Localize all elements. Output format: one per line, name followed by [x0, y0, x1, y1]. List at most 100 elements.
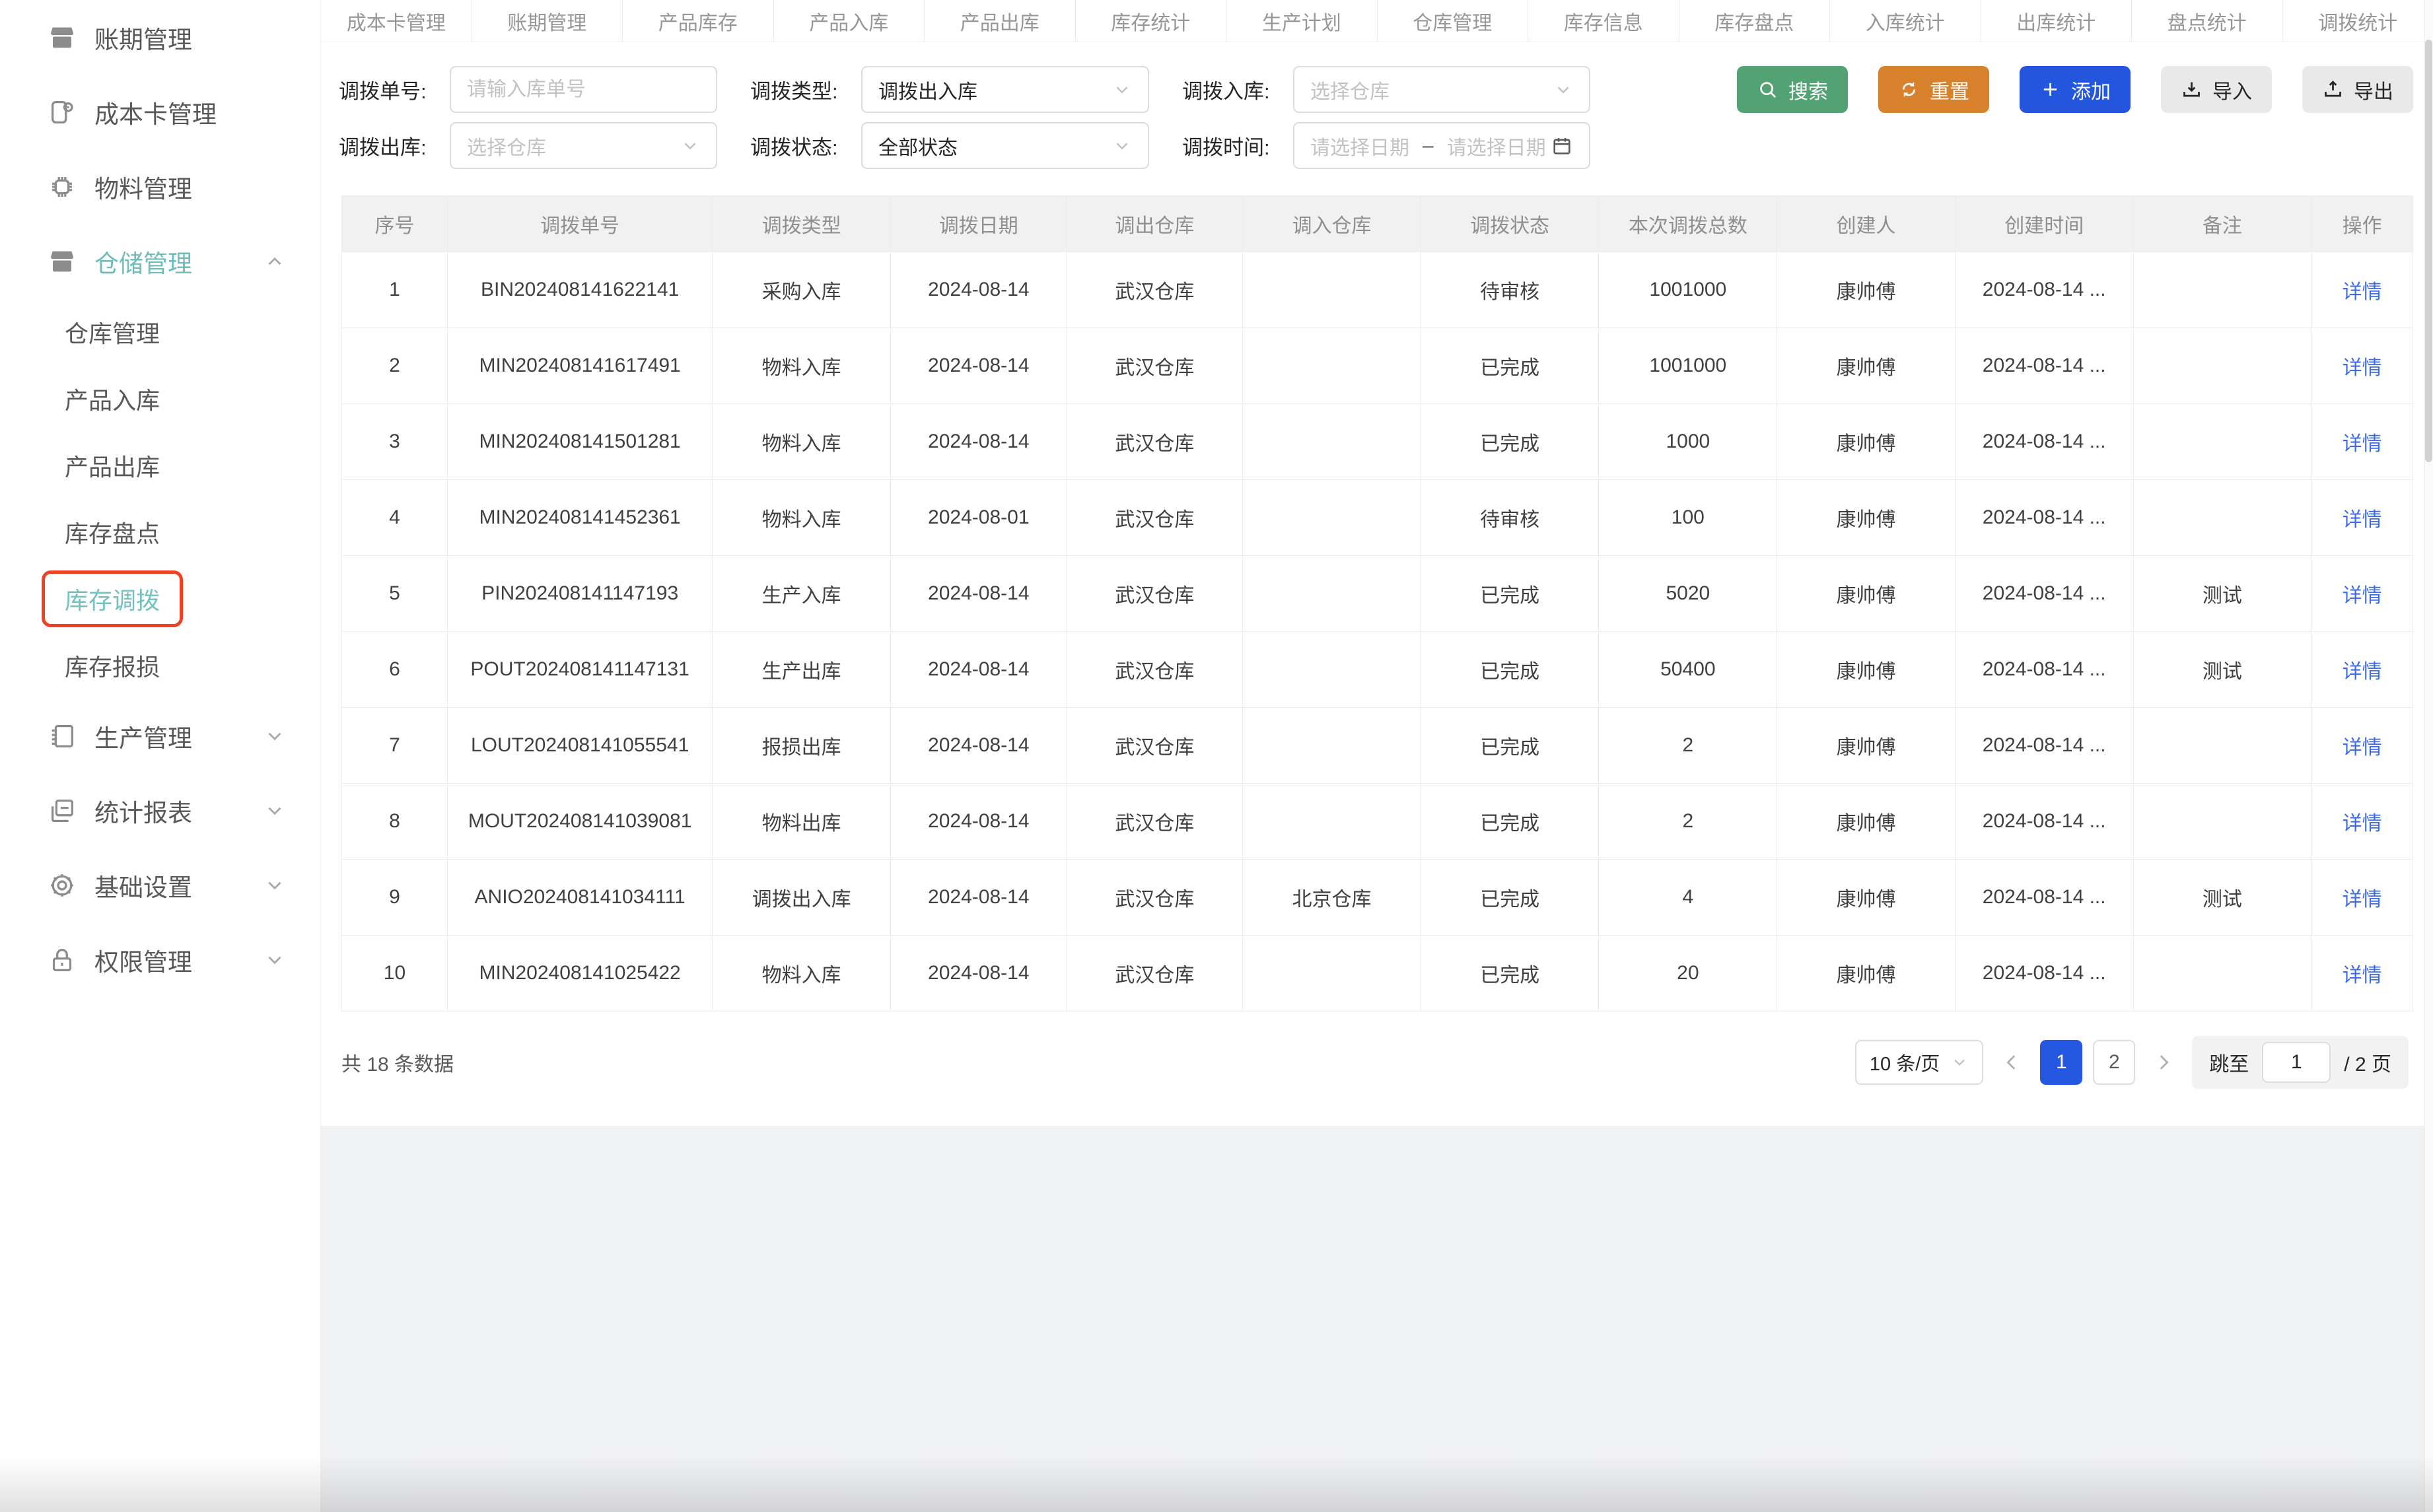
sidebar-subitem-warehouse-mgmt[interactable]: 仓库管理	[0, 298, 320, 365]
cell-qty: 2	[1599, 708, 1777, 784]
add-button[interactable]: 添加	[2020, 66, 2131, 113]
tab-product-stock[interactable]: 产品库存	[623, 0, 774, 42]
search-button[interactable]: 搜索	[1737, 66, 1848, 113]
table-footer: 共 18 条数据 10 条/页 12	[341, 1036, 2409, 1126]
transfer-status-select[interactable]: 全部状态	[861, 122, 1149, 169]
transfer-type-value: 调拨出入库	[878, 75, 977, 104]
sidebar-item-label: 基础设置	[94, 868, 192, 903]
refresh-icon	[1898, 79, 1920, 100]
next-page-button[interactable]	[2152, 1051, 2175, 1074]
cell-remark: 测试	[2133, 860, 2311, 936]
detail-link[interactable]: 详情	[2343, 585, 2382, 607]
date-range-separator: –	[1423, 135, 1434, 157]
sidebar-item-production[interactable]: 生产管理	[0, 699, 320, 773]
cell-type: 调拨出入库	[713, 860, 891, 936]
scrollbar-thumb[interactable]	[2425, 40, 2432, 462]
cell-no: MIN202408141617491	[447, 328, 712, 404]
scrollbar[interactable]	[2424, 0, 2433, 1512]
transfer-no-input[interactable]	[467, 79, 700, 101]
page-number-list: 12	[2040, 1040, 2135, 1085]
tab-stock-check[interactable]: 库存盘点	[1679, 0, 1831, 42]
cell-no: MOUT202408141039081	[447, 784, 712, 860]
filter-row-1: 调拨单号: 调拨类型: 调拨出入库	[339, 66, 2413, 113]
sidebar-menu: 账期管理成本卡管理物料管理仓储管理仓库管理产品入库产品出库库存盘点库存调拨库存报…	[0, 0, 320, 997]
sidebar-item-cost-card[interactable]: 成本卡管理	[0, 75, 320, 149]
cell-date: 2024-08-14	[891, 328, 1067, 404]
date-start-placeholder: 请选择日期	[1310, 131, 1409, 160]
cell-creator: 康帅傅	[1777, 404, 1956, 480]
chevron-up-icon	[264, 250, 286, 273]
page-jump-group: 跳至 / 2 页	[2192, 1036, 2409, 1089]
sidebar-item-materials[interactable]: 物料管理	[0, 149, 320, 224]
tab-warehouse-mgmt[interactable]: 仓库管理	[1378, 0, 1529, 42]
sidebar-subitem-label: 库存调拨	[42, 570, 183, 627]
jump-page-input[interactable]	[2262, 1042, 2331, 1083]
tab-cost-card[interactable]: 成本卡管理	[321, 0, 472, 42]
transfer-type-select[interactable]: 调拨出入库	[861, 66, 1149, 113]
export-button[interactable]: 导出	[2302, 66, 2413, 113]
sidebar-item-reports[interactable]: 统计报表	[0, 773, 320, 848]
detail-link[interactable]: 详情	[2343, 813, 2382, 835]
sidebar-subitem-stock-transfer[interactable]: 库存调拨	[0, 565, 320, 632]
cell-to	[1243, 328, 1421, 404]
detail-link[interactable]: 详情	[2343, 965, 2382, 986]
tab-billing[interactable]: 账期管理	[472, 0, 623, 42]
detail-link[interactable]: 详情	[2343, 433, 2382, 455]
cell-from: 武汉仓库	[1067, 404, 1243, 480]
tab-stock-stats[interactable]: 库存统计	[1076, 0, 1227, 42]
page-button-1[interactable]: 1	[2040, 1040, 2082, 1085]
detail-link[interactable]: 详情	[2343, 281, 2382, 303]
sidebar-subitem-stock-loss[interactable]: 库存报损	[0, 632, 320, 699]
cell-no: ANIO202408141034111	[447, 860, 712, 936]
transfer-time-range[interactable]: 请选择日期 – 请选择日期	[1293, 122, 1590, 169]
tab-product-inbound[interactable]: 产品入库	[774, 0, 925, 42]
cell-no: MIN202408141025422	[447, 936, 712, 1012]
cell-remark	[2133, 708, 2311, 784]
tab-check-stats[interactable]: 盘点统计	[2132, 0, 2283, 42]
sidebar-subitem-product-inbound[interactable]: 产品入库	[0, 365, 320, 432]
sidebar-subitem-product-outbound[interactable]: 产品出库	[0, 432, 320, 498]
detail-link[interactable]: 详情	[2343, 737, 2382, 759]
detail-link[interactable]: 详情	[2343, 889, 2382, 911]
sidebar-item-permissions[interactable]: 权限管理	[0, 922, 320, 997]
column-header: 调入仓库	[1243, 196, 1421, 252]
transfer-out-placeholder: 选择仓库	[467, 131, 546, 160]
cell-status: 已完成	[1421, 860, 1599, 936]
page-button-2[interactable]: 2	[2093, 1040, 2135, 1085]
sidebar-item-settings[interactable]: 基础设置	[0, 848, 320, 922]
cell-created: 2024-08-14 ...	[1955, 556, 2133, 632]
sidebar-item-warehouse[interactable]: 仓储管理	[0, 224, 320, 298]
tab-production-plan[interactable]: 生产计划	[1226, 0, 1378, 42]
main-area: 成本卡管理账期管理产品库存产品入库产品出库库存统计生产计划仓库管理库存信息库存盘…	[321, 0, 2433, 1512]
page-size-select[interactable]: 10 条/页	[1855, 1040, 1983, 1085]
tab-product-outbound[interactable]: 产品出库	[925, 0, 1076, 42]
cell-remark	[2133, 252, 2311, 328]
cell-created: 2024-08-14 ...	[1955, 404, 2133, 480]
cell-remark	[2133, 936, 2311, 1012]
sidebar-subitem-stock-check[interactable]: 库存盘点	[0, 498, 320, 565]
detail-link[interactable]: 详情	[2343, 509, 2382, 531]
tab-stock-info[interactable]: 库存信息	[1528, 0, 1679, 42]
column-header: 创建时间	[1955, 196, 2133, 252]
export-icon	[2322, 79, 2344, 100]
cell-qty: 50400	[1599, 632, 1777, 708]
prev-page-button[interactable]	[2000, 1051, 2023, 1074]
cell-action: 详情	[2311, 328, 2413, 404]
import-button[interactable]: 导入	[2161, 66, 2272, 113]
detail-link[interactable]: 详情	[2343, 357, 2382, 379]
cell-from: 武汉仓库	[1067, 860, 1243, 936]
cell-date: 2024-08-14	[891, 784, 1067, 860]
sidebar-item-billing-period[interactable]: 账期管理	[0, 0, 320, 75]
transfer-in-select[interactable]: 选择仓库	[1293, 66, 1590, 113]
detail-link[interactable]: 详情	[2343, 661, 2382, 683]
tab-transfer-stats[interactable]: 调拨统计	[2283, 0, 2433, 42]
transfer-out-select[interactable]: 选择仓库	[450, 122, 717, 169]
cell-status: 已完成	[1421, 708, 1599, 784]
cell-from: 武汉仓库	[1067, 480, 1243, 556]
tab-inbound-stats[interactable]: 入库统计	[1830, 0, 1981, 42]
transfer-type-label: 调拨类型:	[750, 75, 861, 104]
reset-button[interactable]: 重置	[1878, 66, 1989, 113]
cell-date: 2024-08-14	[891, 556, 1067, 632]
tab-outbound-stats[interactable]: 出库统计	[1981, 0, 2133, 42]
page-size-value: 10 条/页	[1870, 1048, 1940, 1076]
